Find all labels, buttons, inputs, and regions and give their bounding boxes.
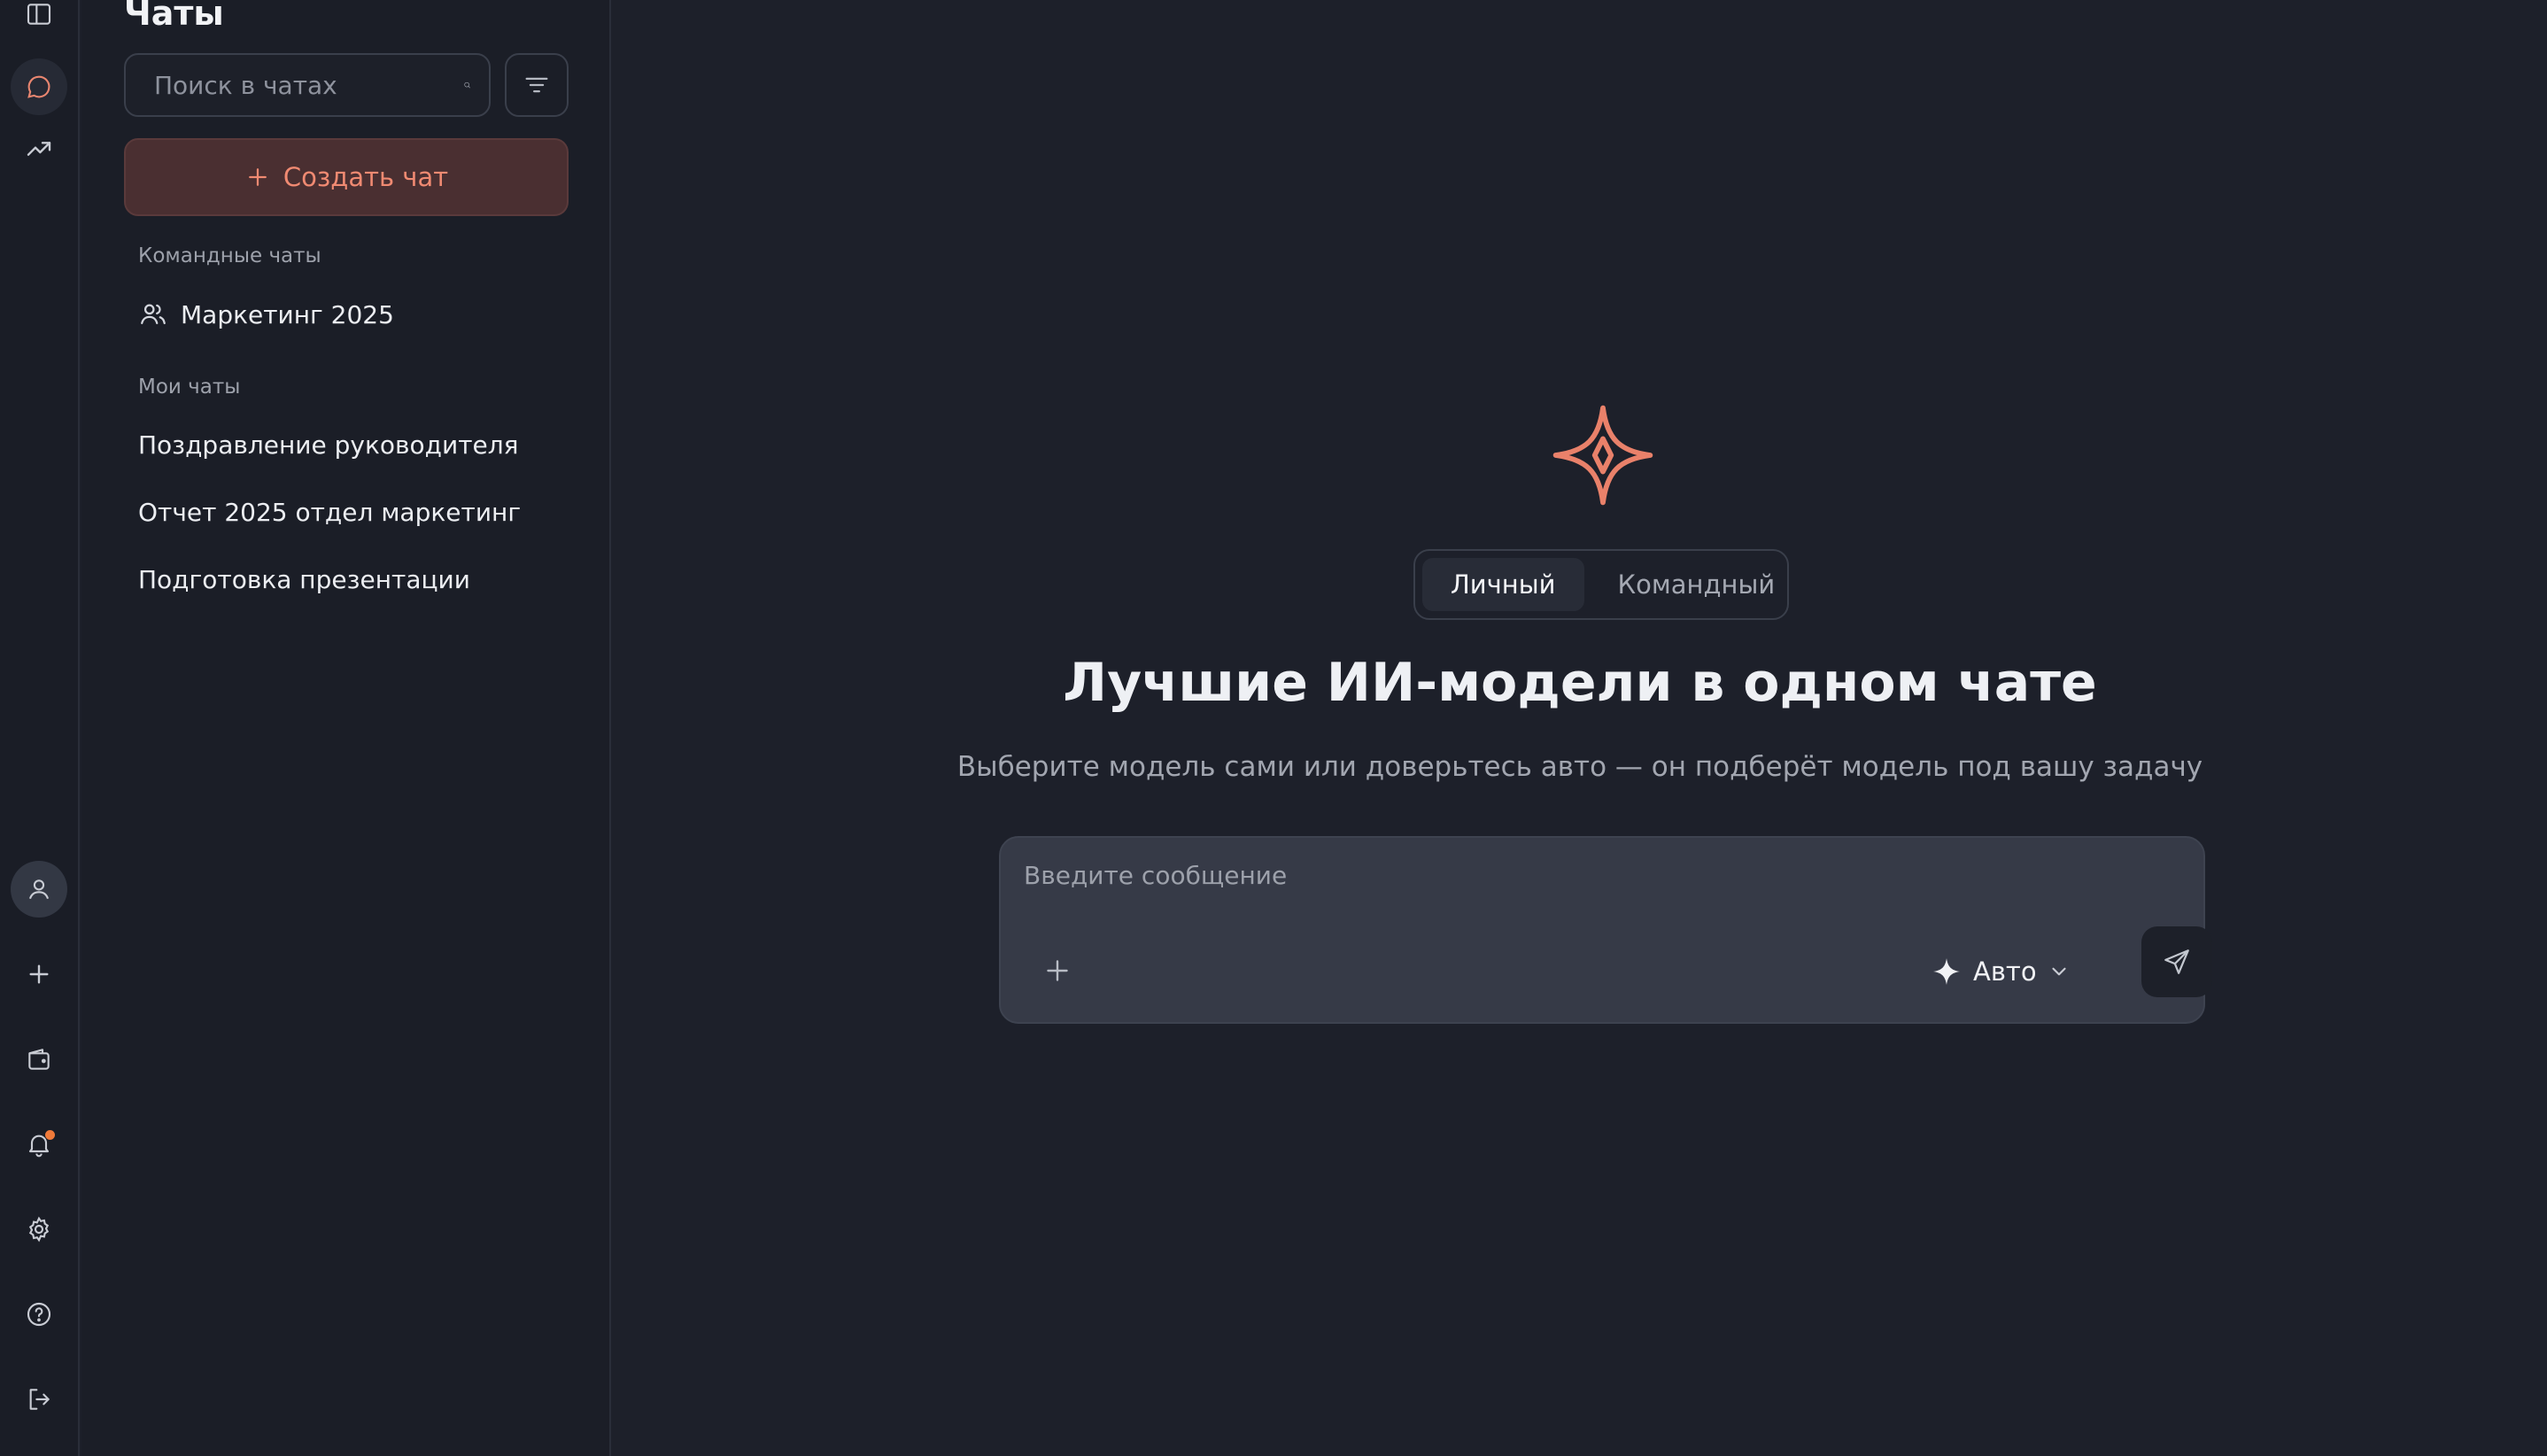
gear-icon[interactable] xyxy=(11,1201,67,1258)
send-icon xyxy=(2164,949,2189,974)
search-icon[interactable] xyxy=(463,70,471,100)
wallet-icon[interactable] xyxy=(11,1031,67,1088)
user-icon[interactable] xyxy=(11,861,67,918)
trending-up-icon[interactable] xyxy=(11,120,67,177)
app-window: Чаты Создать чат Командные чаты Маркетин… xyxy=(0,0,2547,1456)
search-input[interactable] xyxy=(154,70,463,100)
chat-item[interactable]: Поздравление руководителя xyxy=(138,430,518,460)
send-button[interactable] xyxy=(2141,926,2212,997)
page-headline: Лучшие ИИ-модели в одном чате xyxy=(1063,652,2097,714)
my-chats-section-label: Мои чаты xyxy=(138,376,241,399)
tab-team[interactable]: Командный xyxy=(1590,558,1804,611)
sidebar-title: Чаты xyxy=(124,0,224,33)
users-icon xyxy=(141,304,166,325)
plus-icon[interactable] xyxy=(11,946,67,1003)
tab-personal[interactable]: Личный xyxy=(1422,558,1584,611)
filter-button[interactable] xyxy=(505,53,569,117)
bell-icon[interactable] xyxy=(11,1116,67,1173)
team-chats-section-label: Командные чаты xyxy=(138,244,321,267)
chat-item-label: Отчет 2025 отдел маркетинг xyxy=(138,498,522,527)
attach-button[interactable] xyxy=(1031,944,1084,997)
sparkle-logo-icon xyxy=(1552,405,1653,506)
chat-item-label: Подготовка презентации xyxy=(138,565,470,594)
message-input[interactable] xyxy=(1024,861,2086,905)
create-chat-button[interactable]: Создать чат xyxy=(124,138,569,216)
plus-icon xyxy=(1047,960,1068,981)
mode-toggle: Личный Командный xyxy=(1413,549,1789,620)
chevron-down-icon xyxy=(2051,967,2066,976)
chat-item[interactable]: Подготовка презентации xyxy=(138,565,470,594)
chats-sidebar: Чаты Создать чат Командные чаты Маркетин… xyxy=(81,0,611,1456)
plus-icon xyxy=(249,168,267,186)
page-subtitle: Выберите модель сами или доверьтесь авто… xyxy=(956,751,2203,783)
search-box[interactable] xyxy=(124,53,491,117)
main-area: Личный Командный Лучшие ИИ-модели в одно… xyxy=(613,0,2547,1456)
chat-item-label: Маркетинг 2025 xyxy=(181,299,394,329)
chat-item[interactable]: Отчет 2025 отдел маркетинг xyxy=(138,498,521,527)
message-composer: Авто xyxy=(999,836,2212,1024)
sparkle-icon xyxy=(1933,958,1960,985)
help-icon[interactable] xyxy=(11,1286,67,1343)
notification-dot xyxy=(45,1130,55,1140)
panel-toggle-icon[interactable] xyxy=(11,0,67,43)
chat-item-label: Поздравление руководителя xyxy=(138,430,519,460)
model-selector-label: Авто xyxy=(1973,956,2037,987)
team-chat-item[interactable]: Маркетинг 2025 xyxy=(138,299,394,329)
filter-icon xyxy=(525,77,548,93)
model-selector[interactable]: Авто xyxy=(1931,949,2071,994)
logout-icon[interactable] xyxy=(11,1371,67,1428)
icon-rail xyxy=(0,0,80,1456)
create-chat-label: Создать чат xyxy=(283,162,449,192)
chat-icon[interactable] xyxy=(11,58,67,115)
